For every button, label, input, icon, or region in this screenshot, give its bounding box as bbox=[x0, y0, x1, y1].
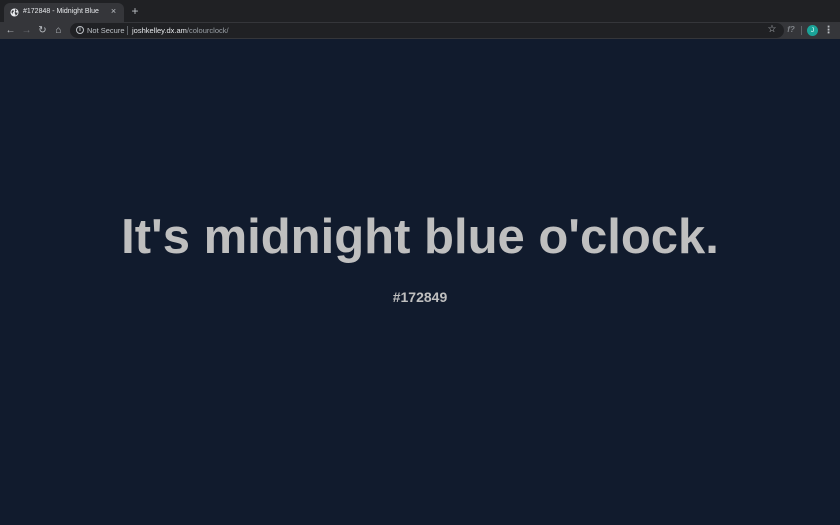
new-tab-button[interactable]: + bbox=[129, 5, 141, 17]
bookmark-star-icon[interactable]: ☆ bbox=[766, 24, 778, 36]
url-separator bbox=[127, 26, 128, 35]
browser-window: #172848 - Midnight Blue × + ← → ↻ ⌂ i No… bbox=[0, 0, 840, 525]
menu-icon[interactable]: ⋮ bbox=[823, 24, 834, 37]
url-host: joshkelley.dx.am bbox=[132, 26, 187, 35]
security-label[interactable]: Not Secure bbox=[87, 26, 125, 36]
forward-button[interactable]: → bbox=[20, 24, 33, 37]
url-text[interactable]: joshkelley.dx.am/colourclock/ bbox=[132, 26, 229, 36]
page-headline: It's midnight blue o'clock. bbox=[121, 210, 719, 264]
page-content: It's midnight blue o'clock. #172849 bbox=[0, 39, 840, 525]
address-bar[interactable]: i Not Secure joshkelley.dx.am/colourcloc… bbox=[70, 23, 784, 38]
back-button[interactable]: ← bbox=[4, 24, 17, 37]
url-path: /colourclock/ bbox=[186, 26, 229, 35]
tab-active[interactable]: #172848 - Midnight Blue × bbox=[4, 3, 124, 22]
extension-icon[interactable]: f? bbox=[786, 25, 796, 35]
globe-icon bbox=[10, 8, 19, 17]
tab-strip: #172848 - Midnight Blue × + bbox=[0, 0, 840, 22]
tab-title: #172848 - Midnight Blue bbox=[23, 8, 99, 15]
info-icon[interactable]: i bbox=[76, 26, 84, 34]
toolbar-divider bbox=[801, 26, 802, 35]
reload-button[interactable]: ↻ bbox=[36, 24, 49, 37]
profile-avatar[interactable]: J bbox=[807, 25, 818, 36]
browser-toolbar: ← → ↻ ⌂ i Not Secure joshkelley.dx.am/co… bbox=[0, 22, 840, 39]
close-icon[interactable]: × bbox=[108, 6, 119, 17]
home-button[interactable]: ⌂ bbox=[52, 24, 65, 37]
hex-code: #172849 bbox=[392, 289, 448, 305]
